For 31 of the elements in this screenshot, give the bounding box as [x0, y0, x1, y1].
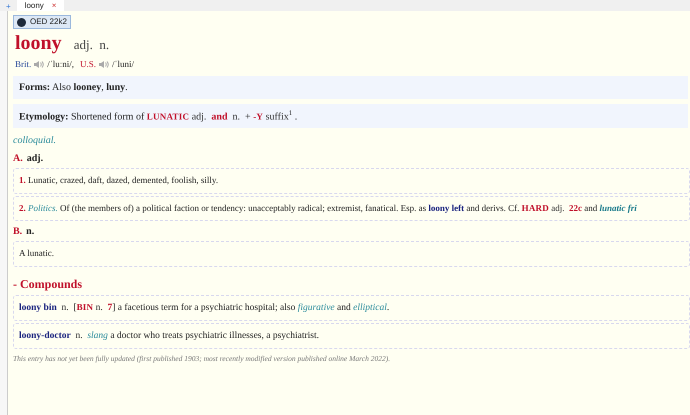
region-label: Brit. [15, 58, 32, 70]
section-part-of-speech: n. [26, 225, 34, 240]
etymology-panel: Etymology: Shortened form of LUNATIC adj. and n. + -Y suffix$^{1}$ . [13, 104, 688, 128]
section-part-of-speech: adj. [26, 152, 44, 166]
cross-reference-link[interactable]: lunatic fri [600, 202, 637, 213]
section-letter: A. [13, 152, 23, 166]
forms-panel: Forms: Also looney, luny. [13, 76, 688, 99]
cross-reference-link[interactable]: LUNATIC [146, 111, 190, 122]
sense-definition: A lunatic. [13, 241, 690, 267]
dictionary-logo-icon [17, 18, 26, 26]
section-heading: - Compounds [13, 276, 84, 293]
pronunciation-text: /ˈluːni/, [47, 58, 74, 70]
usage-label: colloquial. [13, 134, 58, 148]
headword: loony [15, 33, 62, 53]
cross-reference-link[interactable]: HARD [522, 202, 550, 213]
source-badge[interactable]: OED 22k2 [13, 15, 71, 29]
part-of-speech: adj. n. [74, 36, 110, 54]
cross-reference-link[interactable]: -Y [253, 111, 264, 122]
section-letter: B. [13, 225, 22, 240]
cross-reference-link[interactable]: BIN [76, 302, 94, 312]
region-label: U.S. [80, 58, 96, 70]
sense-definition: 1. Lunatic, crazed, daft, dazed, demented, foolish, silly. [13, 168, 690, 194]
compound-definition: loony bin n. [BIN n. 7] a facetious term for a psychiatric hospital; also figurative and elliptical. [13, 294, 690, 322]
document-tab[interactable]: loony × [16, 0, 64, 11]
speaker-icon[interactable] [99, 60, 110, 68]
new-tab-button[interactable]: + [0, 3, 17, 11]
speaker-icon[interactable] [34, 60, 44, 68]
sense-definition: 2. Politics. Of (the members of) a political faction or tendency: unacceptably radical; extremist, fanatical. Esp. as loony left and derivs. Cf. HARD adj. 22c and lunatic fri [13, 196, 690, 222]
pronunciation-text: /ˈluni/ [112, 58, 134, 70]
close-icon[interactable]: × [52, 2, 56, 10]
compound-definition: loony-doctor n. slang a doctor who treats psychiatric illnesses, a psychiatrist. [13, 323, 690, 350]
